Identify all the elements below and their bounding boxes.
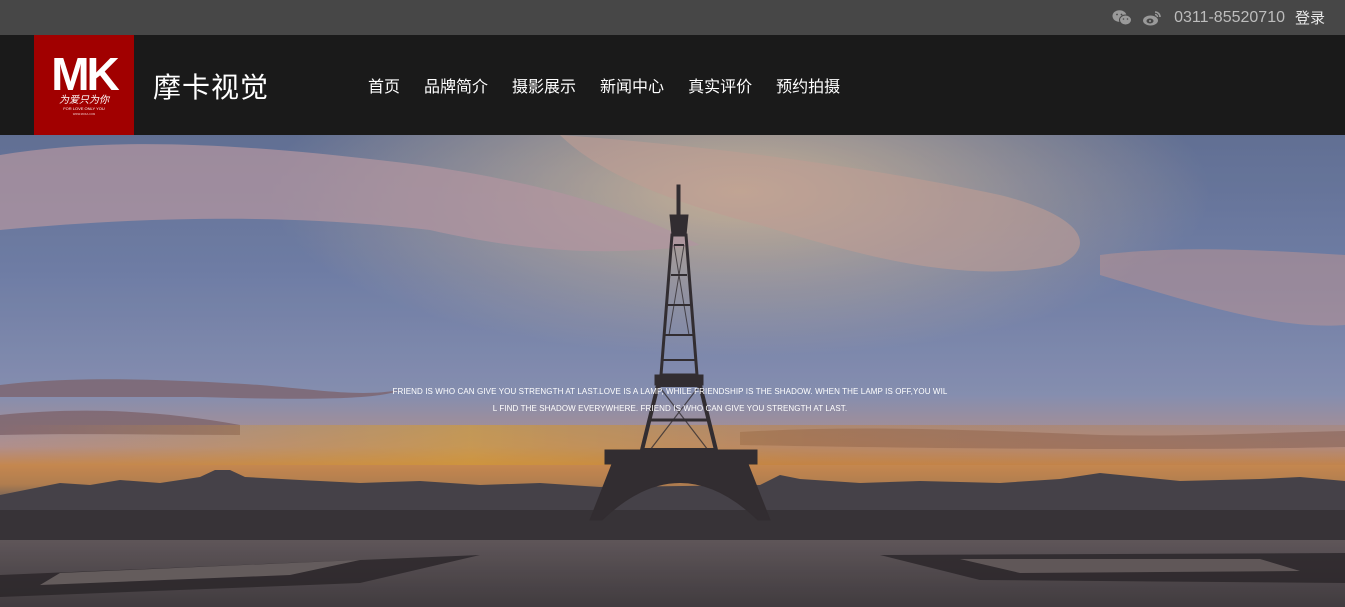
nav-item-booking[interactable]: 预约拍摄	[776, 73, 840, 97]
logo-tagline-cn: 为爱只为你	[59, 94, 111, 106]
nav-item-brand-intro[interactable]: 品牌简介	[424, 73, 488, 97]
hero-caption-line-1: FRIEND IS WHO CAN GIVE YOU STRENGTH AT L…	[392, 387, 948, 396]
nav-item-home[interactable]: 首页	[368, 73, 400, 97]
logo-url: WWW.MOKA.COM	[73, 112, 95, 116]
brand-name[interactable]: 摩卡视觉	[153, 66, 269, 106]
main-nav: 首页 品牌简介 摄影展示 新闻中心 真实评价 预约拍摄	[368, 35, 840, 135]
top-utility-bar: 0311-85520710 登录	[0, 0, 1345, 35]
hero-banner: FRIEND IS WHO CAN GIVE YOU STRENGTH AT L…	[0, 135, 1345, 607]
weibo-icon[interactable]	[1142, 8, 1162, 28]
site-logo[interactable]: MK 为爱只为你 FOR LOVE ONLY YOU WWW.MOKA.COM	[34, 35, 134, 135]
phone-number: 0311-85520710	[1174, 8, 1285, 26]
nav-item-photography[interactable]: 摄影展示	[512, 73, 576, 97]
nav-item-reviews[interactable]: 真实评价	[688, 73, 752, 97]
logo-letters: MK	[51, 48, 119, 100]
logo-tagline-en: FOR LOVE ONLY YOU	[63, 106, 105, 111]
hero-caption-line-2: L FIND THE SHADOW EVERYWHERE. FRIEND IS …	[492, 404, 848, 413]
topbar-right-group: 0311-85520710 登录	[1112, 0, 1325, 35]
login-link[interactable]: 登录	[1295, 7, 1325, 28]
hero-eiffel-image	[0, 135, 1345, 607]
site-header: MK 为爱只为你 FOR LOVE ONLY YOU WWW.MOKA.COM …	[0, 35, 1345, 135]
hero-caption: FRIEND IS WHO CAN GIVE YOU STRENGTH AT L…	[380, 383, 960, 417]
nav-item-news[interactable]: 新闻中心	[600, 73, 664, 97]
wechat-icon[interactable]	[1112, 8, 1133, 28]
